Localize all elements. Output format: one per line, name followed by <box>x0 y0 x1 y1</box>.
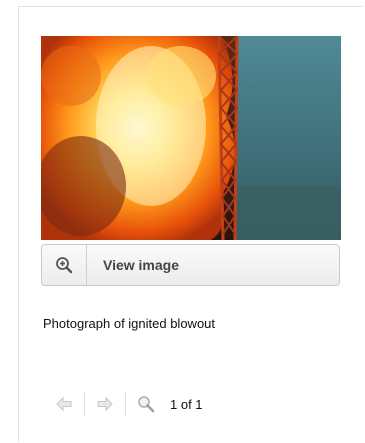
prev-button[interactable] <box>44 390 84 418</box>
next-button[interactable] <box>85 390 125 418</box>
image-caption: Photograph of ignited blowout <box>43 316 216 331</box>
view-image-button[interactable]: View image <box>41 244 340 286</box>
zoom-in-icon <box>42 245 87 285</box>
pagination: 1 of 1 <box>44 388 203 420</box>
arrow-right-icon <box>97 397 113 411</box>
page-count: 1 of 1 <box>170 396 203 412</box>
blowout-photo[interactable] <box>41 36 341 240</box>
view-image-label: View image <box>103 257 180 273</box>
photo-image <box>41 36 341 240</box>
magnifier-icon <box>138 396 155 413</box>
search-button[interactable] <box>126 390 166 418</box>
arrow-left-icon <box>56 397 72 411</box>
